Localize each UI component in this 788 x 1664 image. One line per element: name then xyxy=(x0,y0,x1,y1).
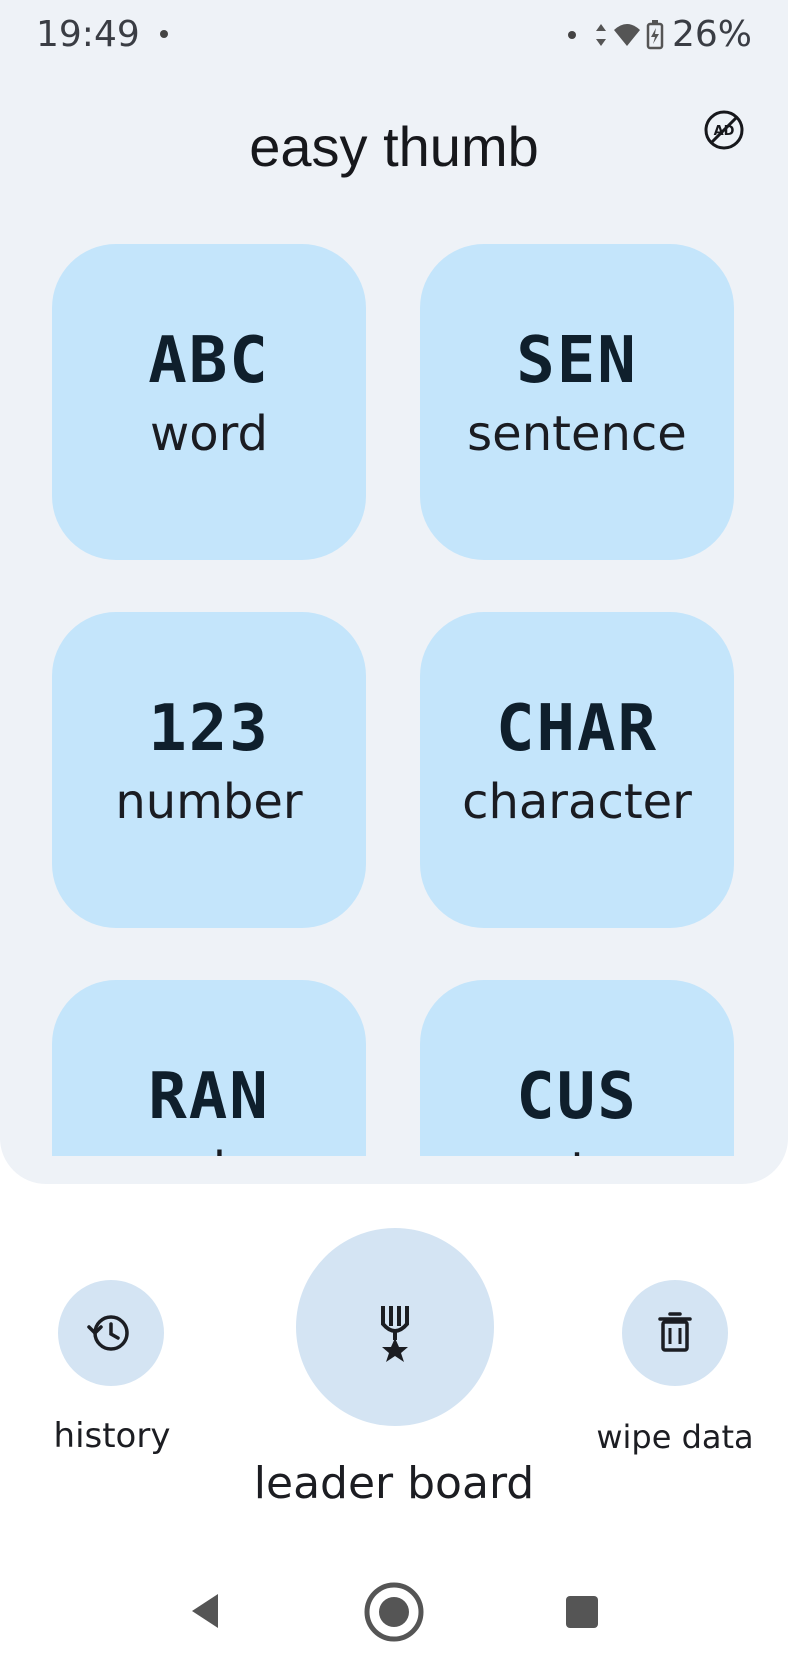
wipe-data-label: wipe data xyxy=(596,1418,754,1456)
tile-code: CHAR xyxy=(495,692,659,766)
tile-code: RAN xyxy=(148,1060,270,1134)
mode-tile-character[interactable]: CHAR character xyxy=(420,612,734,928)
status-bar: 19:49 26% xyxy=(0,0,788,72)
tile-label: character xyxy=(462,774,692,830)
tile-code: SEN xyxy=(516,324,638,398)
navigation-bar xyxy=(0,1570,788,1664)
tile-code: CUS xyxy=(516,1060,638,1134)
mode-tile-random[interactable]: RAN random xyxy=(52,980,366,1156)
main-panel: easy thumb AD ABC word SEN sentence 123 … xyxy=(0,72,788,1184)
history-icon xyxy=(87,1315,129,1351)
medal-icon xyxy=(381,1306,409,1362)
history-label: history xyxy=(53,1416,171,1456)
status-icons xyxy=(594,19,664,50)
mode-tile-number[interactable]: 123 number xyxy=(52,612,366,928)
tile-label: word xyxy=(150,406,268,462)
battery-icon xyxy=(646,19,664,49)
recents-icon[interactable] xyxy=(564,1594,600,1630)
notification-dot-icon xyxy=(567,30,576,39)
mode-tile-sentence[interactable]: SEN sentence xyxy=(420,244,734,560)
data-arrows-icon xyxy=(595,23,606,46)
wifi-icon xyxy=(613,23,640,46)
wipe-data-button[interactable] xyxy=(622,1280,728,1386)
tile-code: 123 xyxy=(148,692,270,766)
trash-icon xyxy=(658,1312,692,1352)
tile-label: custom xyxy=(420,1142,734,1156)
ad-off-icon[interactable]: AD xyxy=(702,108,746,152)
leaderboard-label: leader board xyxy=(253,1458,535,1509)
mode-grid: easy thumb AD ABC word SEN sentence 123 … xyxy=(0,72,788,1156)
app-title: easy thumb xyxy=(249,115,539,178)
notification-dot-icon xyxy=(160,30,168,38)
history-button[interactable] xyxy=(58,1280,164,1386)
back-icon[interactable] xyxy=(188,1592,222,1630)
tile-code: ABC xyxy=(148,324,270,398)
mode-tile-custom[interactable]: CUS custom xyxy=(420,980,734,1156)
status-right: 26% xyxy=(567,14,752,55)
tile-label: random xyxy=(52,1142,366,1156)
status-time: 19:49 xyxy=(36,14,140,55)
tile-label: sentence xyxy=(467,406,687,462)
tile-label: number xyxy=(115,774,303,830)
battery-percent: 26% xyxy=(671,14,752,55)
leaderboard-button[interactable] xyxy=(296,1228,494,1426)
home-icon[interactable] xyxy=(362,1580,426,1644)
mode-tile-word[interactable]: ABC word xyxy=(52,244,366,560)
